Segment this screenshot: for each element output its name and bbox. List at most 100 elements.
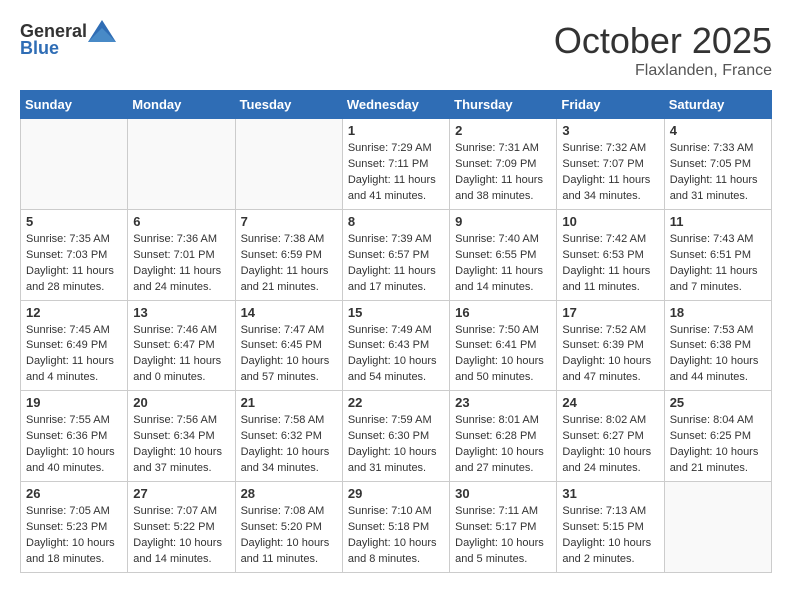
day-info: Sunrise: 7:11 AMSunset: 5:17 PMDaylight:… — [455, 504, 551, 568]
calendar-cell: 7 Sunrise: 7:38 AMSunset: 6:59 PMDaylight… — [235, 209, 342, 300]
day-info: Sunrise: 7:05 AMSunset: 5:23 PMDaylight:… — [26, 504, 122, 568]
day-number: 9 — [455, 214, 551, 229]
day-number: 3 — [562, 123, 658, 138]
day-info: Sunrise: 7:40 AMSunset: 6:55 PMDaylight:… — [455, 232, 551, 296]
calendar-cell: 6Sunrise: 7:36 AMSunset: 7:01 PMDaylight… — [128, 209, 235, 300]
calendar-cell: 17 Sunrise: 7:52 AMSunset: 6:39 PMDayligh… — [557, 300, 664, 391]
day-number: 7 — [241, 214, 337, 229]
day-number: 21 — [241, 395, 337, 410]
day-info: Sunrise: 7:31 AMSunset: 7:09 PMDaylight:… — [455, 141, 551, 205]
day-info: Sunrise: 7:10 AMSunset: 5:18 PMDaylight:… — [348, 504, 444, 568]
calendar-cell: 13 Sunrise: 7:46 AMSunset: 6:47 PMDayligh… — [128, 300, 235, 391]
calendar-cell: 20 Sunrise: 7:56 AMSunset: 6:34 PMDayligh… — [128, 391, 235, 482]
calendar-cell: 19 Sunrise: 7:55 AMSunset: 6:36 PMDayligh… — [21, 391, 128, 482]
calendar-cell: 12 Sunrise: 7:45 AMSunset: 6:49 PMDayligh… — [21, 300, 128, 391]
day-number: 30 — [455, 486, 551, 501]
day-number: 24 — [562, 395, 658, 410]
day-info: Sunrise: 7:33 AMSunset: 7:05 PMDaylight:… — [670, 141, 766, 205]
day-info: Sunrise: 7:29 AMSunset: 7:11 PMDaylight:… — [348, 141, 444, 205]
day-info: Sunrise: 7:52 AMSunset: 6:39 PMDaylight:… — [562, 323, 658, 387]
calendar-cell: 18Sunrise: 7:53 AMSunset: 6:38 PMDayligh… — [664, 300, 771, 391]
weekday-header-friday: Friday — [557, 91, 664, 119]
calendar-cell — [664, 482, 771, 573]
calendar-cell — [21, 119, 128, 210]
day-number: 16 — [455, 305, 551, 320]
logo: General Blue — [20, 20, 116, 59]
day-number: 20 — [133, 395, 229, 410]
day-number: 11 — [670, 214, 766, 229]
calendar-cell: 24 Sunrise: 8:02 AMSunset: 6:27 PMDayligh… — [557, 391, 664, 482]
day-number: 1 — [348, 123, 444, 138]
day-number: 13 — [133, 305, 229, 320]
weekday-header-wednesday: Wednesday — [342, 91, 449, 119]
day-number: 5 — [26, 214, 122, 229]
day-number: 26 — [26, 486, 122, 501]
weekday-header-sunday: Sunday — [21, 91, 128, 119]
day-info: Sunrise: 8:02 AMSunset: 6:27 PMDaylight:… — [562, 413, 658, 477]
day-number: 25 — [670, 395, 766, 410]
day-info: Sunrise: 7:42 AMSunset: 6:53 PMDaylight:… — [562, 232, 658, 296]
day-number: 8 — [348, 214, 444, 229]
day-number: 28 — [241, 486, 337, 501]
calendar-header-row: SundayMondayTuesdayWednesdayThursdayFrid… — [21, 91, 772, 119]
calendar-cell: 4Sunrise: 7:33 AMSunset: 7:05 PMDaylight… — [664, 119, 771, 210]
day-number: 15 — [348, 305, 444, 320]
title-block: October 2025 Flaxlanden, France — [554, 20, 772, 80]
day-info: Sunrise: 7:46 AMSunset: 6:47 PMDaylight:… — [133, 323, 229, 387]
day-info: Sunrise: 8:01 AMSunset: 6:28 PMDaylight:… — [455, 413, 551, 477]
calendar-cell: 22Sunrise: 7:59 AMSunset: 6:30 PMDayligh… — [342, 391, 449, 482]
day-number: 22 — [348, 395, 444, 410]
logo-icon — [88, 20, 116, 42]
day-info: Sunrise: 7:55 AMSunset: 6:36 PMDaylight:… — [26, 413, 122, 477]
calendar-cell: 5 Sunrise: 7:35 AMSunset: 7:03 PMDaylight… — [21, 209, 128, 300]
day-number: 23 — [455, 395, 551, 410]
day-info: Sunrise: 7:32 AMSunset: 7:07 PMDaylight:… — [562, 141, 658, 205]
week-row-4: 19 Sunrise: 7:55 AMSunset: 6:36 PMDayligh… — [21, 391, 772, 482]
day-number: 17 — [562, 305, 658, 320]
day-number: 31 — [562, 486, 658, 501]
location: Flaxlanden, France — [554, 62, 772, 80]
day-info: Sunrise: 7:56 AMSunset: 6:34 PMDaylight:… — [133, 413, 229, 477]
calendar-cell: 1 Sunrise: 7:29 AMSunset: 7:11 PMDaylight… — [342, 119, 449, 210]
calendar-cell: 31 Sunrise: 7:13 AMSunset: 5:15 PMDayligh… — [557, 482, 664, 573]
weekday-header-monday: Monday — [128, 91, 235, 119]
calendar-cell: 14Sunrise: 7:47 AMSunset: 6:45 PMDayligh… — [235, 300, 342, 391]
calendar-cell: 21Sunrise: 7:58 AMSunset: 6:32 PMDayligh… — [235, 391, 342, 482]
day-info: Sunrise: 7:50 AMSunset: 6:41 PMDaylight:… — [455, 323, 551, 387]
calendar-cell: 3 Sunrise: 7:32 AMSunset: 7:07 PMDaylight… — [557, 119, 664, 210]
day-info: Sunrise: 7:39 AMSunset: 6:57 PMDaylight:… — [348, 232, 444, 296]
calendar-cell: 2 Sunrise: 7:31 AMSunset: 7:09 PMDaylight… — [450, 119, 557, 210]
calendar-cell: 27Sunrise: 7:07 AMSunset: 5:22 PMDayligh… — [128, 482, 235, 573]
calendar-cell: 30 Sunrise: 7:11 AMSunset: 5:17 PMDayligh… — [450, 482, 557, 573]
day-info: Sunrise: 7:49 AMSunset: 6:43 PMDaylight:… — [348, 323, 444, 387]
calendar-cell: 15 Sunrise: 7:49 AMSunset: 6:43 PMDayligh… — [342, 300, 449, 391]
weekday-header-thursday: Thursday — [450, 91, 557, 119]
day-number: 19 — [26, 395, 122, 410]
calendar-table: SundayMondayTuesdayWednesdayThursdayFrid… — [20, 90, 772, 573]
day-info: Sunrise: 7:53 AMSunset: 6:38 PMDaylight:… — [670, 323, 766, 387]
calendar-cell: 10 Sunrise: 7:42 AMSunset: 6:53 PMDayligh… — [557, 209, 664, 300]
week-row-1: 1 Sunrise: 7:29 AMSunset: 7:11 PMDaylight… — [21, 119, 772, 210]
day-number: 10 — [562, 214, 658, 229]
day-number: 2 — [455, 123, 551, 138]
day-info: Sunrise: 7:35 AMSunset: 7:03 PMDaylight:… — [26, 232, 122, 296]
calendar-cell: 16 Sunrise: 7:50 AMSunset: 6:41 PMDayligh… — [450, 300, 557, 391]
day-info: Sunrise: 7:38 AMSunset: 6:59 PMDaylight:… — [241, 232, 337, 296]
day-info: Sunrise: 8:04 AMSunset: 6:25 PMDaylight:… — [670, 413, 766, 477]
day-number: 29 — [348, 486, 444, 501]
day-info: Sunrise: 7:13 AMSunset: 5:15 PMDaylight:… — [562, 504, 658, 568]
calendar-cell: 23 Sunrise: 8:01 AMSunset: 6:28 PMDayligh… — [450, 391, 557, 482]
calendar-cell: 26 Sunrise: 7:05 AMSunset: 5:23 PMDayligh… — [21, 482, 128, 573]
page-header: General Blue October 2025 Flaxlanden, Fr… — [20, 20, 772, 80]
calendar-cell: 8 Sunrise: 7:39 AMSunset: 6:57 PMDaylight… — [342, 209, 449, 300]
day-info: Sunrise: 7:47 AMSunset: 6:45 PMDaylight:… — [241, 323, 337, 387]
day-info: Sunrise: 7:36 AMSunset: 7:01 PMDaylight:… — [133, 232, 229, 296]
day-info: Sunrise: 7:43 AMSunset: 6:51 PMDaylight:… — [670, 232, 766, 296]
week-row-5: 26 Sunrise: 7:05 AMSunset: 5:23 PMDayligh… — [21, 482, 772, 573]
week-row-2: 5 Sunrise: 7:35 AMSunset: 7:03 PMDaylight… — [21, 209, 772, 300]
calendar-cell: 29 Sunrise: 7:10 AMSunset: 5:18 PMDayligh… — [342, 482, 449, 573]
day-info: Sunrise: 7:45 AMSunset: 6:49 PMDaylight:… — [26, 323, 122, 387]
logo-blue: Blue — [20, 38, 59, 59]
month-title: October 2025 — [554, 20, 772, 62]
day-number: 12 — [26, 305, 122, 320]
